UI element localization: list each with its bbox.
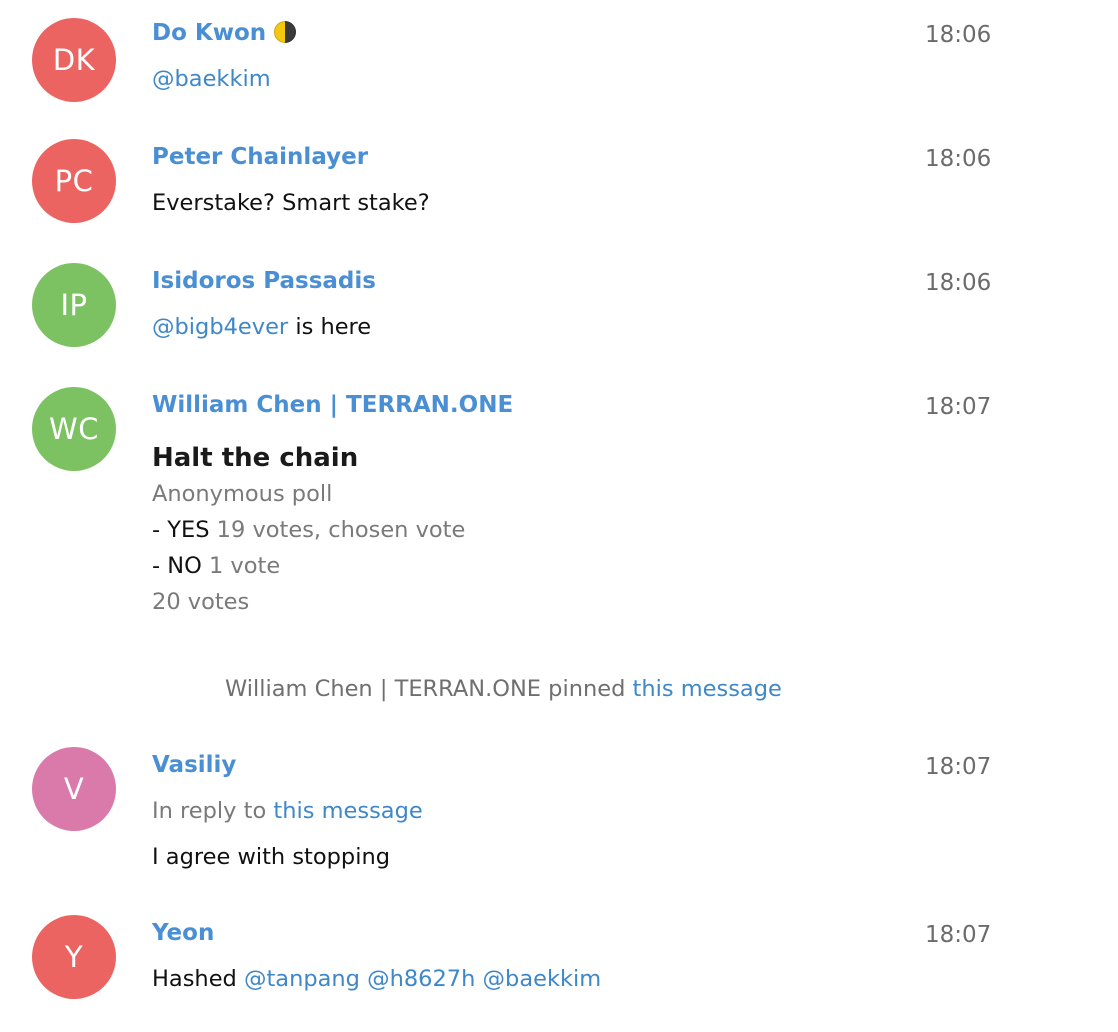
- poll-question: Halt the chain: [152, 443, 359, 473]
- message-time: 18:07: [925, 754, 992, 780]
- avatar[interactable]: PC: [32, 139, 116, 223]
- poll-option-label: - NO: [152, 553, 202, 579]
- message-body: @bigb4ever is here: [152, 312, 371, 342]
- moon-icon: [274, 21, 297, 43]
- message-mention[interactable]: @baekkim: [152, 64, 271, 94]
- message-mentions[interactable]: @tanpang @h8627h @baekkim: [244, 966, 601, 992]
- sender-name[interactable]: Vasiliy: [152, 750, 236, 780]
- message-text: is here: [288, 314, 372, 340]
- pinned-message-link[interactable]: this message: [633, 676, 782, 702]
- sender-name[interactable]: Yeon: [152, 918, 214, 948]
- reply-header: In reply to this message: [152, 796, 423, 826]
- message-time: 18:07: [925, 394, 992, 420]
- poll-option-detail: 19 votes, chosen vote: [209, 517, 466, 543]
- poll-option[interactable]: - NO 1 vote: [152, 551, 280, 581]
- avatar[interactable]: WC: [32, 387, 116, 471]
- message-time: 18:06: [925, 22, 992, 48]
- reply-prefix: In reply to: [152, 798, 274, 824]
- message-time: 18:06: [925, 146, 992, 172]
- message-time: 18:06: [925, 270, 992, 296]
- sender-name[interactable]: Peter Chainlayer: [152, 142, 368, 172]
- sender-name[interactable]: William Chen | TERRAN.ONE: [152, 390, 513, 420]
- message-text: I agree with stopping: [152, 844, 391, 870]
- message-text: Everstake? Smart stake?: [152, 190, 430, 216]
- message-time: 18:07: [925, 922, 992, 948]
- poll-option-label: - YES: [152, 517, 210, 543]
- message-mention[interactable]: @bigb4ever: [152, 314, 288, 340]
- sender-name[interactable]: Do Kwon: [152, 18, 297, 48]
- message-text: Hashed: [152, 966, 244, 992]
- message-body: Hashed @tanpang @h8627h @baekkim: [152, 964, 601, 994]
- poll-total-votes: 20 votes: [152, 589, 250, 615]
- avatar[interactable]: Y: [32, 915, 116, 999]
- poll-option[interactable]: - YES 19 votes, chosen vote: [152, 515, 465, 545]
- reply-link[interactable]: this message: [273, 798, 422, 824]
- avatar[interactable]: DK: [32, 18, 116, 102]
- poll-option-detail: 1 vote: [201, 553, 281, 579]
- avatar[interactable]: IP: [32, 263, 116, 347]
- sender-name-label: Do Kwon: [152, 20, 267, 46]
- sender-name[interactable]: Isidoros Passadis: [152, 266, 376, 296]
- pinned-notice: William Chen | TERRAN.ONE pinned this me…: [225, 674, 782, 704]
- pinned-notice-text: William Chen | TERRAN.ONE pinned: [225, 676, 633, 702]
- avatar[interactable]: V: [32, 747, 116, 831]
- poll-type: Anonymous poll: [152, 481, 333, 507]
